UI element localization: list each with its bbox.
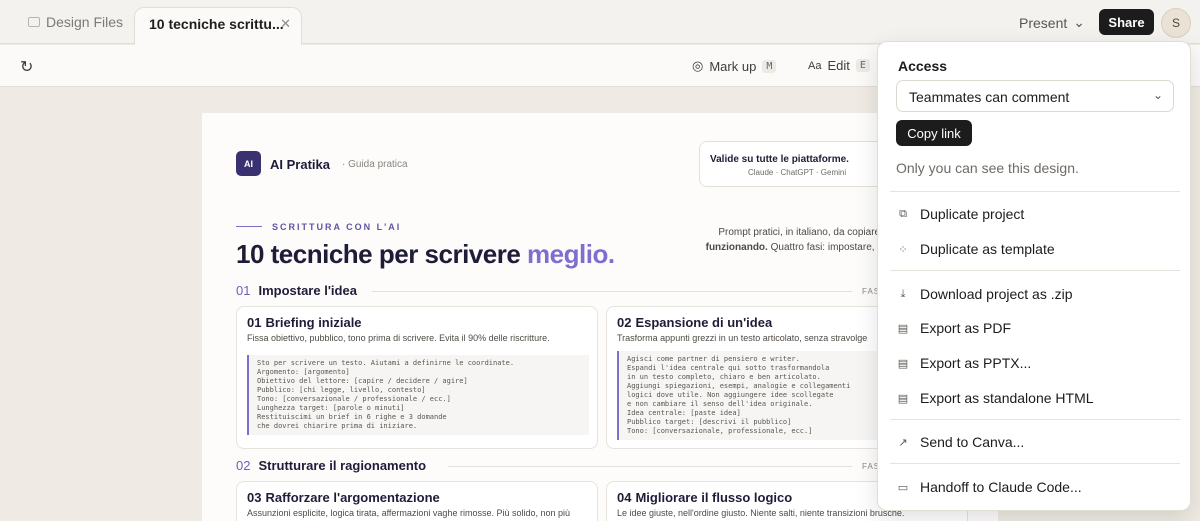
access-label: Access — [898, 58, 948, 74]
brand-name: AI Pratika — [270, 157, 330, 172]
brand-subtitle: · Guida pratica — [342, 159, 408, 170]
menu-item-download-zip[interactable]: ⤓ Download project as .zip — [896, 283, 1073, 305]
card-number: 01 — [247, 315, 262, 330]
technique-card[interactable]: 01 Briefing iniziale Fissa obiettivo, pub… — [236, 306, 598, 449]
intro-text: Prompt pratici, in italiano, da copiare … — [694, 225, 894, 255]
share-button[interactable]: Share — [1099, 9, 1154, 35]
folder-icon — [28, 17, 40, 27]
copy-link-button[interactable]: Copy link — [896, 120, 972, 146]
edit-shortcut: E — [855, 59, 870, 72]
platform-line-1: Valide su tutte le piattaforme. — [710, 154, 849, 165]
section-rule — [372, 291, 852, 292]
menu-item-export-html[interactable]: ▤ Export as standalone HTML — [896, 387, 1094, 409]
card-description: Fissa obiettivo, pubblico, tono prima di… — [247, 333, 550, 343]
platform-line-2: Claude · ChatGPT · Gemini — [748, 168, 847, 177]
tab-active-label: 10 tecniche scrittu... — [149, 16, 284, 32]
tab-active-document[interactable]: 10 tecniche scrittu... ✕ — [134, 7, 302, 45]
avatar[interactable]: S — [1161, 8, 1191, 38]
refresh-icon[interactable]: ↻ — [20, 57, 33, 77]
intro-line-1: Prompt pratici, in italiano, da copiare … — [718, 227, 894, 238]
chevron-down-icon: ⌄ — [1073, 14, 1085, 30]
section-title: Impostare l'idea — [258, 283, 357, 298]
visibility-note: Only you can see this design. — [896, 160, 1079, 176]
prompt-code-block[interactable]: Sto per scrivere un testo. Aiutami a def… — [247, 355, 589, 435]
intro-line-2: funzionando. Quattro fasi: impostare, st… — [694, 240, 894, 255]
present-label: Present — [1019, 14, 1068, 31]
menu-item-label: Export as standalone HTML — [920, 390, 1094, 406]
kicker: SCRITTURA CON L'AI — [272, 222, 402, 232]
menu-item-export-pptx[interactable]: ▤ Export as PPTX... — [896, 352, 1031, 374]
section-number: 02 — [236, 458, 251, 473]
access-select[interactable]: Teammates can comment ⌄ — [896, 80, 1174, 112]
text-icon: Aa — [808, 59, 822, 72]
external-link-icon: ↗ — [898, 436, 908, 449]
menu-item-send-canva[interactable]: ↗ Send to Canva... — [896, 431, 1024, 453]
card-title: 03 Rafforzare l'argomentazione — [247, 490, 440, 505]
tab-bar: Design Files 10 tecniche scrittu... ✕ Pr… — [0, 0, 1200, 45]
comment-icon: ◎ — [692, 58, 704, 73]
intro-bold: funzionando. — [705, 242, 768, 253]
card-title: 02 Espansione di un'idea — [617, 315, 772, 330]
divider — [890, 191, 1180, 192]
card-title: 04 Migliorare il flusso logico — [617, 490, 792, 505]
terminal-icon: ▭ — [897, 481, 909, 494]
menu-item-label: Handoff to Claude Code... — [920, 479, 1082, 495]
platform-badge: Valide su tutte le piattaforme. Claude ·… — [699, 141, 899, 187]
card-description: Le idee giuste, nell'ordine giusto. Nien… — [617, 508, 905, 518]
card-number: 02 — [617, 315, 632, 330]
brand-logo: AI — [236, 151, 261, 176]
menu-item-label: Export as PDF — [920, 320, 1012, 336]
close-icon[interactable]: ✕ — [280, 16, 291, 32]
chevron-down-icon: ⌄ — [1152, 88, 1163, 102]
markup-label: Mark up — [709, 58, 757, 74]
access-value: Teammates can comment — [909, 89, 1070, 105]
menu-item-duplicate-project[interactable]: ⧉ Duplicate project — [896, 203, 1024, 225]
headline: 10 tecniche per scrivere meglio. — [236, 239, 615, 270]
divider — [890, 419, 1180, 420]
technique-card[interactable]: 03 Rafforzare l'argomentazione Assunzioni… — [236, 481, 598, 521]
present-button[interactable]: Present ⌄ — [1019, 14, 1085, 31]
intro-rest: Quattro fasi: impostare, stru — [767, 242, 894, 253]
menu-item-duplicate-template[interactable]: ⁘ Duplicate as template — [896, 238, 1055, 260]
menu-item-label: Duplicate project — [920, 206, 1025, 222]
menu-item-label: Send to Canva... — [920, 434, 1025, 450]
card-title-text: Rafforzare l'argomentazione — [265, 490, 440, 505]
tab-design-files[interactable]: Design Files — [28, 14, 123, 30]
headline-accent: meglio. — [527, 239, 615, 269]
menu-item-label: Duplicate as template — [920, 241, 1055, 257]
template-icon: ⁘ — [898, 243, 908, 256]
menu-item-label: Export as PPTX... — [920, 355, 1032, 371]
file-icon: ▤ — [897, 322, 909, 335]
section-heading: 01 Impostare l'idea — [236, 283, 357, 298]
card-title-text: Migliorare il flusso logico — [635, 490, 793, 505]
edit-button[interactable]: Aa Edit E — [808, 58, 870, 73]
kicker-rule — [236, 226, 262, 227]
share-dropdown: Access Teammates can comment ⌄ Copy link… — [877, 41, 1191, 511]
file-icon: ▤ — [897, 392, 909, 405]
headline-main: 10 tecniche per scrivere — [236, 239, 528, 269]
markup-shortcut: M — [762, 59, 777, 73]
card-number: 03 — [247, 490, 262, 505]
duplicate-icon: ⧉ — [899, 207, 907, 220]
tab-design-files-label: Design Files — [46, 14, 124, 30]
section-heading: 02 Strutturare il ragionamento — [236, 458, 426, 473]
edit-label: Edit — [827, 58, 850, 73]
section-rule — [448, 466, 852, 467]
divider — [890, 463, 1180, 464]
download-icon: ⤓ — [900, 287, 906, 300]
card-number: 04 — [617, 490, 632, 505]
divider — [890, 270, 1180, 271]
section-number: 01 — [236, 283, 251, 298]
card-description: Trasforma appunti grezzi in un testo art… — [617, 333, 868, 343]
markup-button[interactable]: ◎ Mark up M — [692, 58, 777, 74]
menu-item-label: Download project as .zip — [920, 286, 1073, 302]
card-title: 01 Briefing iniziale — [247, 315, 362, 330]
card-title-text: Espansione di un'idea — [635, 315, 773, 330]
card-title-text: Briefing iniziale — [265, 315, 362, 330]
menu-item-export-pdf[interactable]: ▤ Export as PDF — [896, 317, 1011, 339]
menu-item-handoff-claude-code[interactable]: ▭ Handoff to Claude Code... — [896, 476, 1082, 498]
section-title: Strutturare il ragionamento — [258, 458, 427, 473]
card-description: Assunzioni esplicite, logica tirata, aff… — [247, 508, 571, 518]
file-icon: ▤ — [897, 357, 909, 370]
